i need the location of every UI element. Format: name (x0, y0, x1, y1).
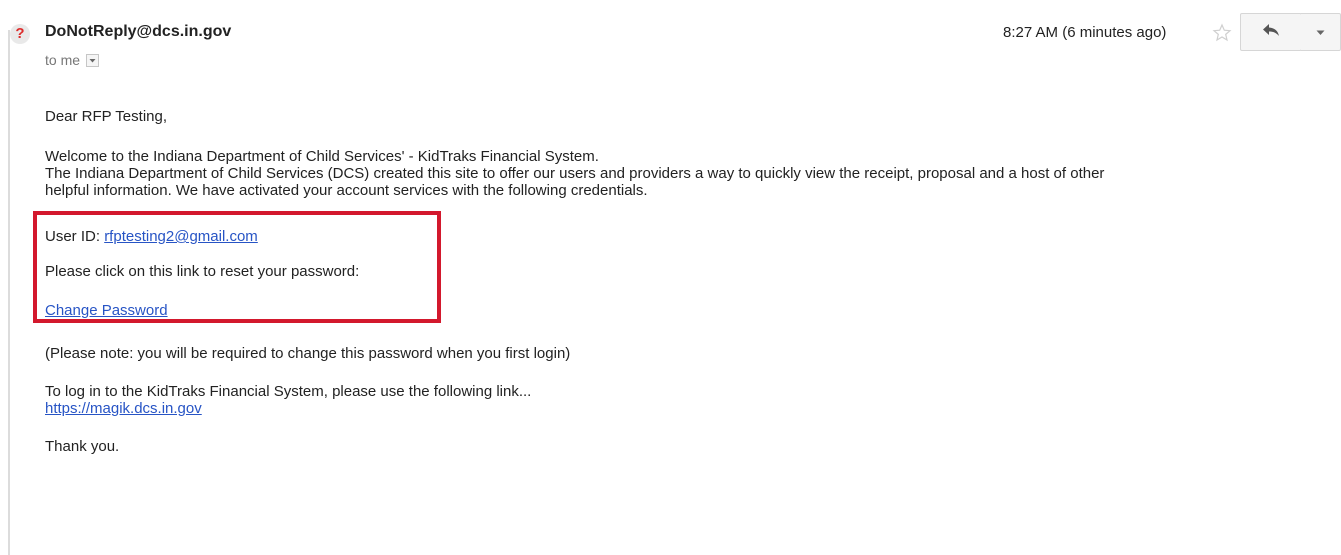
question-mark-icon: ? (10, 24, 30, 44)
user-id-label: User ID: (45, 228, 105, 245)
user-id-line: User ID: rfptesting2@gmail.com (45, 228, 258, 245)
intro-line: The Indiana Department of Child Services… (45, 165, 1105, 182)
password-note: (Please note: you will be required to ch… (45, 345, 571, 362)
login-url-line: https://magik.dcs.in.gov (45, 400, 202, 417)
caret-down-icon[interactable] (86, 53, 100, 67)
reply-arrow-icon (1262, 23, 1280, 42)
login-url-link[interactable]: https://magik.dcs.in.gov (45, 400, 202, 417)
intro-line: Welcome to the Indiana Department of Chi… (45, 148, 599, 165)
message-timestamp: 8:27 AM (6 minutes ago) (1003, 24, 1167, 41)
email-message: ? DoNotReply@dcs.in.gov to me 8:27 AM (6… (0, 0, 1341, 555)
change-password-line: Change Password (45, 302, 168, 319)
message-header: ? DoNotReply@dcs.in.gov to me 8:27 AM (6… (0, 0, 1341, 80)
intro-line: helpful information. We have activated y… (45, 182, 648, 199)
star-icon[interactable] (1212, 23, 1232, 43)
reset-instruction: Please click on this link to reset your … (45, 263, 360, 280)
intro-paragraph: Welcome to the Indiana Department of Chi… (45, 148, 1335, 199)
chevron-down-icon (1316, 23, 1325, 41)
more-actions-button[interactable] (1301, 13, 1341, 51)
login-instruction: To log in to the KidTraks Financial Syst… (45, 383, 532, 400)
recipient-label: to me (45, 52, 81, 68)
sender-name[interactable]: DoNotReply@dcs.in.gov (45, 23, 231, 41)
user-id-link[interactable]: rfptesting2@gmail.com (104, 228, 258, 245)
greeting: Dear RFP Testing, (45, 108, 167, 125)
recipient-line: to me (45, 52, 100, 68)
thread-rule (8, 30, 10, 555)
change-password-link[interactable]: Change Password (45, 302, 168, 319)
reply-button[interactable] (1240, 13, 1302, 51)
sign-off: Thank you. (45, 438, 120, 455)
